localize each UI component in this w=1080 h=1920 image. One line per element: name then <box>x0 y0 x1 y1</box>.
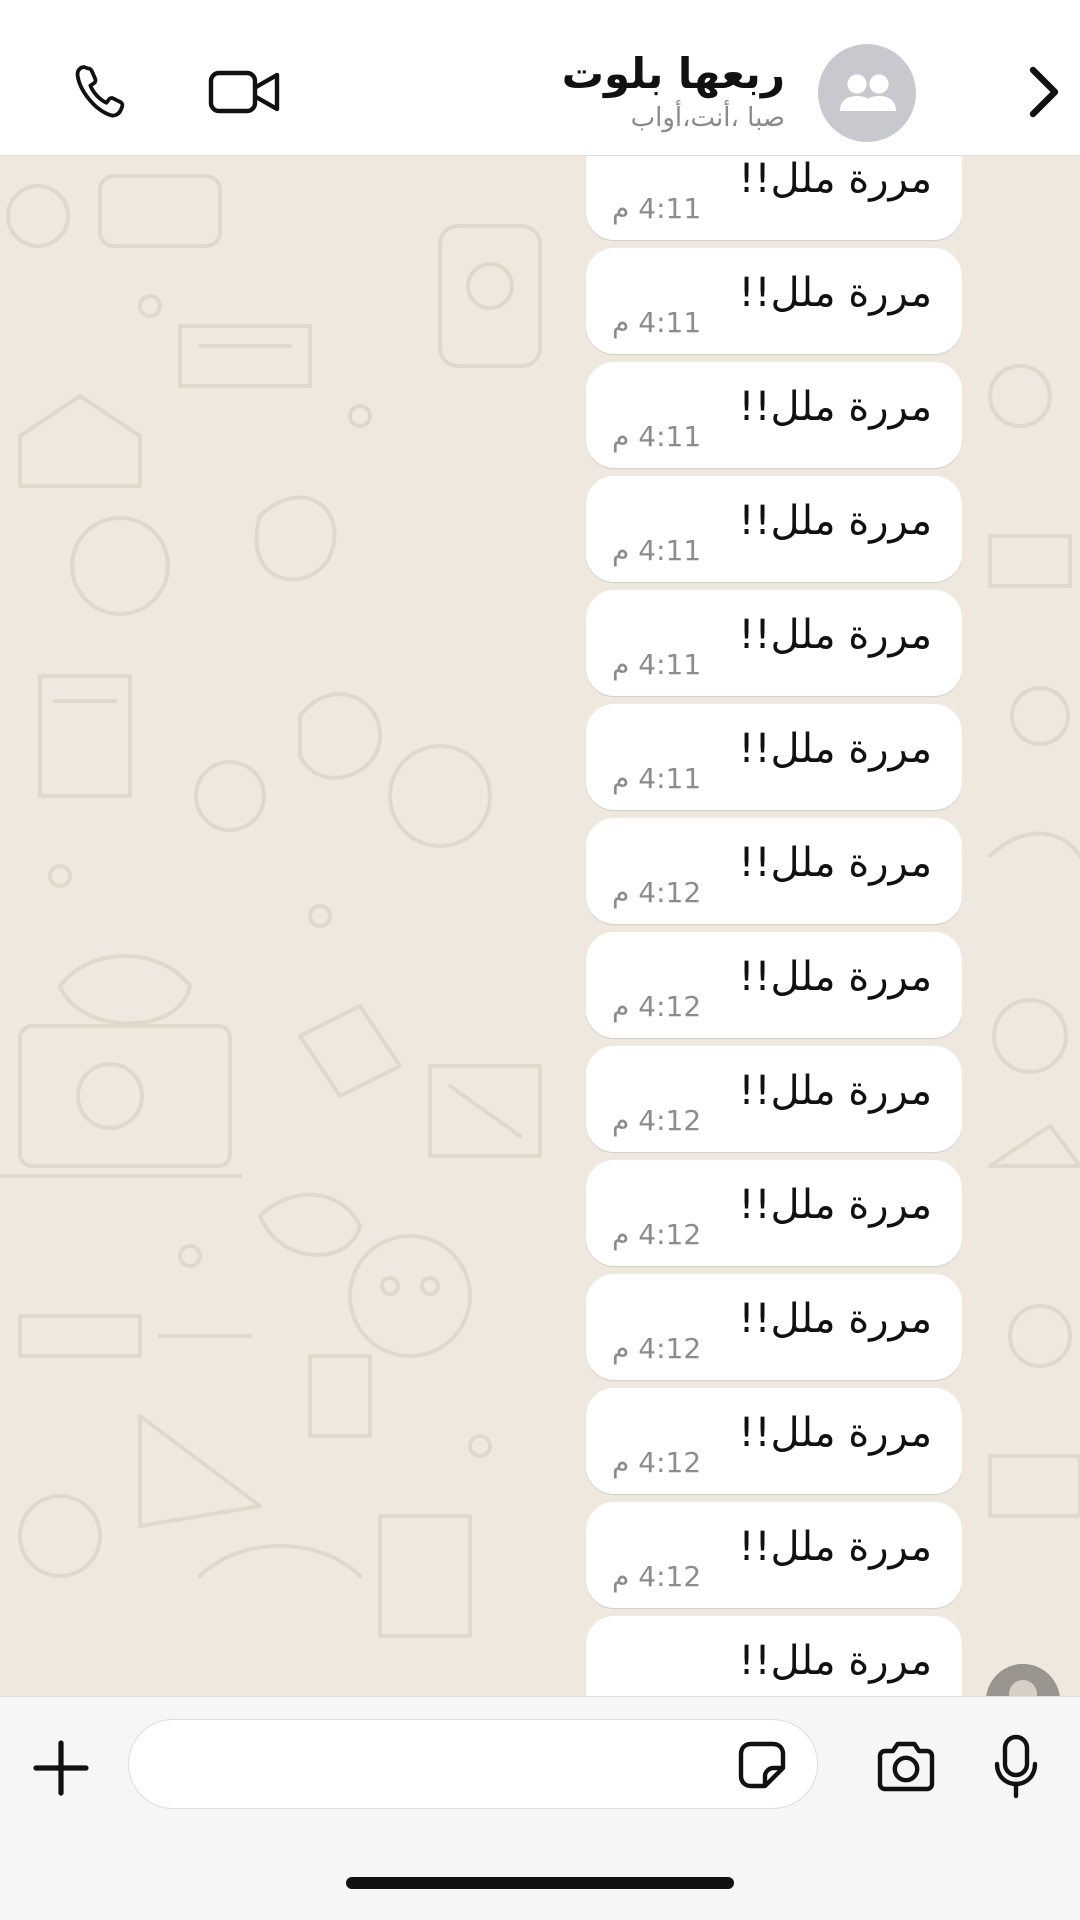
voice-message-button[interactable] <box>980 1727 1052 1807</box>
camera-icon <box>877 1741 935 1792</box>
message-text: مررة ملل!! <box>738 270 932 316</box>
message-time: 4:11 م <box>612 534 702 567</box>
message-text: مررة ملل!! <box>738 384 932 430</box>
message-text: مررة ملل!! <box>738 612 932 658</box>
message-bubble[interactable]: مررة ملل!! 4:12 م <box>586 932 962 1038</box>
group-icon <box>840 74 896 111</box>
message-text: مررة ملل!! <box>738 1524 932 1570</box>
message-bubble[interactable]: مررة ملل!! 4:11 م <box>586 362 962 468</box>
phone-icon <box>75 65 125 118</box>
video-camera-icon <box>208 70 280 114</box>
message-bubble[interactable]: مررة ملل!! 4:11 م <box>586 590 962 696</box>
message-bubble[interactable]: مررة ملل!! 4:12 م <box>586 1388 962 1494</box>
chat-participants: صبا ،أنت،أواب <box>630 103 785 133</box>
message-time: 4:12 م <box>612 1218 702 1251</box>
chat-header: ربعها بلوت صبا ،أنت،أواب <box>0 0 1080 156</box>
message-bubble[interactable]: مررة ملل!! 4:12 م <box>586 818 962 924</box>
chevron-right-icon <box>1029 66 1059 118</box>
message-bubble[interactable]: مررة ملل!! 4:12 م <box>586 1502 962 1608</box>
camera-button[interactable] <box>870 1731 942 1801</box>
message-text: مررة ملل!! <box>738 1182 932 1228</box>
message-time: 4:12 م <box>612 1104 702 1137</box>
message-time: 4:11 م <box>612 762 702 795</box>
chat-title: ربعها بلوت <box>561 49 785 98</box>
message-bubble[interactable]: مررة ملل!! 4:11 م <box>586 704 962 810</box>
microphone-icon <box>994 1734 1038 1799</box>
message-bubble[interactable]: مررة ملل!! 4:11 م <box>586 476 962 582</box>
message-text: مررة ملل!! <box>738 840 932 886</box>
message-text: مررة ملل!! <box>738 156 932 202</box>
sticker-button[interactable] <box>732 1735 792 1795</box>
chat-title-block[interactable]: ربعها بلوت صبا ،أنت،أواب <box>385 48 785 134</box>
messages-column: مررة ملل!! 4:11 م مررة ملل!! 4:11 م مررة… <box>586 156 962 1696</box>
message-text: مررة ملل!! <box>738 726 932 772</box>
sticker-icon <box>738 1741 786 1789</box>
message-bubble[interactable]: مررة ملل!! 4:12 م <box>586 1046 962 1152</box>
home-indicator[interactable] <box>346 1877 734 1889</box>
message-bubble[interactable]: مررة ملل!! 4:11 م <box>586 248 962 354</box>
message-time: 4:12 م <box>612 876 702 909</box>
voice-call-button[interactable] <box>60 52 140 132</box>
message-time: 4:12 م <box>612 1332 702 1365</box>
message-time: 4:11 م <box>612 648 702 681</box>
group-avatar[interactable] <box>818 44 916 142</box>
message-text: مررة ملل!! <box>738 498 932 544</box>
message-time: 4:12 م <box>612 1446 702 1479</box>
message-bubble[interactable]: مررة ملل!! <box>586 1616 962 1696</box>
message-time: 4:12 م <box>612 990 702 1023</box>
message-text: مررة ملل!! <box>738 1410 932 1456</box>
message-text: مررة ملل!! <box>738 1638 932 1684</box>
attach-button[interactable] <box>28 1735 94 1801</box>
plus-icon <box>33 1740 89 1796</box>
chat-screen: ربعها بلوت صبا ،أنت،أواب مررة ملل!! 4:11… <box>0 0 1080 1920</box>
message-time: 4:11 م <box>612 306 702 339</box>
message-bubble[interactable]: مررة ملل!! 4:12 م <box>586 1274 962 1380</box>
message-time: 4:12 م <box>612 1560 702 1593</box>
message-input[interactable] <box>128 1719 818 1809</box>
message-bubble[interactable]: مررة ملل!! 4:12 م <box>586 1160 962 1266</box>
composer-bar <box>0 1696 1080 1920</box>
message-bubble[interactable]: مررة ملل!! 4:11 م <box>586 156 962 240</box>
message-text: مررة ملل!! <box>738 1068 932 1114</box>
message-time: 4:11 م <box>612 192 702 225</box>
message-list[interactable]: مررة ملل!! 4:11 م مررة ملل!! 4:11 م مررة… <box>0 156 1080 1696</box>
video-call-button[interactable] <box>195 52 295 132</box>
message-text: مررة ملل!! <box>738 954 932 1000</box>
back-button[interactable] <box>1010 52 1080 132</box>
message-text: مررة ملل!! <box>738 1296 932 1342</box>
message-time: 4:11 م <box>612 420 702 453</box>
